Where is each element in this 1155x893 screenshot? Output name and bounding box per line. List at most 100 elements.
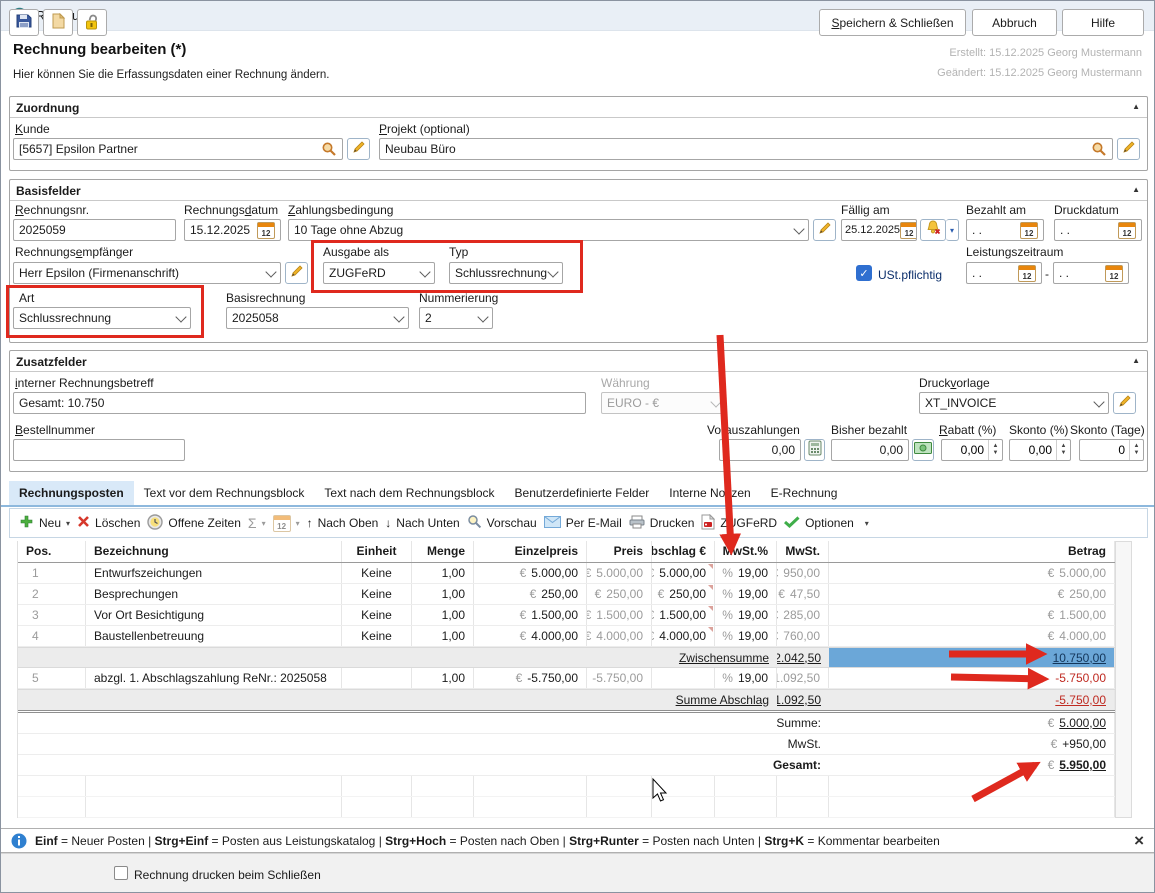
bisher-bezahlt-label: Bisher bezahlt	[831, 423, 907, 437]
zugferd-button[interactable]: ZUGFeRD	[701, 514, 777, 533]
collapse-icon[interactable]: ▲	[1132, 102, 1140, 111]
envelope-icon	[544, 516, 561, 531]
collapse-icon[interactable]: ▲	[1132, 356, 1140, 365]
calendar-icon[interactable]: 12	[1118, 222, 1136, 239]
empfaenger-select[interactable]: Herr Epsilon (Firmenanschrift)	[13, 262, 281, 284]
col-header-preis[interactable]: Preis	[587, 541, 652, 562]
rechnungsnr-input[interactable]: 2025059	[13, 219, 176, 241]
col-header-bezeichnung[interactable]: Bezeichnung	[86, 541, 342, 562]
calendar-icon[interactable]: 12	[257, 222, 275, 239]
projekt-edit-button[interactable]	[1117, 138, 1140, 160]
loeschen-button[interactable]: Löschen	[77, 515, 140, 531]
optionen-button[interactable]: Optionen ▾	[784, 516, 869, 531]
tab-rechnungsposten[interactable]: Rechnungsposten	[9, 481, 134, 505]
reminder-bell-button[interactable]	[920, 219, 946, 241]
bezahlt-input[interactable]: . . 12	[966, 219, 1044, 241]
skonto-tage-label: Skonto (Tage)	[1070, 423, 1145, 437]
druckvorlage-edit-button[interactable]	[1113, 392, 1136, 414]
vorauszahlungen-calc-button[interactable]	[804, 439, 825, 461]
bisher-bezahlt-input[interactable]: 0,00	[831, 439, 909, 461]
skonto-pct-stepper[interactable]: 0,00▲▼	[1009, 439, 1071, 461]
caret-down-icon[interactable]: ▾	[262, 519, 266, 528]
col-header-menge[interactable]: Menge	[412, 541, 474, 562]
reminder-caret-button[interactable]: ▾	[946, 219, 959, 241]
tab-text-vor-rechnungsblock[interactable]: Text vor dem Rechnungsblock	[134, 481, 315, 505]
vorauszahlungen-input[interactable]: 0,00	[719, 439, 801, 461]
page-subtitle: Hier können Sie die Erfassungsdaten eine…	[13, 69, 329, 81]
tab-interne-notizen[interactable]: Interne Notizen	[659, 481, 760, 505]
cancel-button[interactable]: Abbruch	[972, 9, 1057, 36]
leistungszeitraum-bis-input[interactable]: . . 12	[1053, 262, 1129, 284]
ust-checkbox[interactable]: ✓	[856, 265, 872, 281]
caret-down-icon[interactable]: ▾	[865, 519, 869, 528]
spinner-arrows-icon[interactable]: ▲▼	[1129, 440, 1143, 460]
nach-unten-button[interactable]: ↓ Nach Unten	[385, 516, 459, 530]
col-header-mwst-pct[interactable]: MwSt.%	[715, 541, 777, 562]
pencil-icon	[1118, 394, 1132, 413]
lock-button[interactable]	[77, 9, 107, 36]
table-row[interactable]: 4 Baustellenbetreuung Keine 1,00 €4.000,…	[18, 626, 1115, 647]
infobar-close-icon[interactable]: ×	[1134, 832, 1144, 849]
copy-document-button[interactable]	[43, 9, 73, 36]
table-scrollbar[interactable]	[1115, 541, 1132, 818]
print-on-close-checkbox[interactable]	[114, 866, 128, 880]
faellig-input[interactable]: 25.12.2025 12	[841, 219, 917, 241]
col-header-einzelpreis[interactable]: Einzelpreis	[474, 541, 587, 562]
search-icon[interactable]	[1091, 141, 1107, 157]
druckdatum-input[interactable]: . . 12	[1054, 219, 1142, 241]
rabatt-stepper[interactable]: 0,00▲▼	[941, 439, 1003, 461]
skonto-tage-stepper[interactable]: 0▲▼	[1079, 439, 1144, 461]
tab-text-nach-rechnungsblock[interactable]: Text nach dem Rechnungsblock	[314, 481, 504, 505]
calendar-icon[interactable]: 12	[1105, 265, 1123, 282]
table-row[interactable]: 5 abzgl. 1. Abschlagszahlung ReNr.: 2025…	[18, 668, 1115, 689]
date-button[interactable]: 12 ▾	[273, 515, 300, 532]
search-icon[interactable]	[321, 141, 337, 157]
table-row[interactable]: 2 Besprechungen Keine 1,00 €250,00 €250,…	[18, 584, 1115, 605]
neu-button[interactable]: Neu▾	[19, 514, 70, 532]
rechnungsdatum-input[interactable]: 15.12.2025 12	[184, 219, 281, 241]
tab-e-rechnung[interactable]: E-Rechnung	[761, 481, 848, 505]
drucken-button[interactable]: Drucken	[629, 515, 695, 532]
spinner-arrows-icon[interactable]: ▲▼	[988, 440, 1002, 460]
col-header-abschlag[interactable]: Abschlag €	[652, 541, 715, 562]
caret-down-icon[interactable]: ▾	[66, 519, 70, 528]
chevron-down-icon	[710, 396, 721, 407]
empty-row	[18, 797, 1115, 818]
bisher-bezahlt-payment-button[interactable]	[912, 439, 934, 461]
spinner-arrows-icon[interactable]: ▲▼	[1056, 440, 1070, 460]
table-row[interactable]: 3 Vor Ort Besichtigung Keine 1,00 €1.500…	[18, 605, 1115, 626]
help-button[interactable]: Hilfe	[1062, 9, 1144, 36]
col-header-pos[interactable]: Pos.	[18, 541, 86, 562]
tab-benutzerdefinierte-felder[interactable]: Benutzerdefinierte Felder	[505, 481, 660, 505]
leistungszeitraum-von-input[interactable]: . . 12	[966, 262, 1042, 284]
kunde-input[interactable]: [5657] Epsilon Partner	[13, 138, 343, 160]
collapse-icon[interactable]: ▲	[1132, 185, 1140, 194]
save-and-close-button[interactable]: Speichern & Schließen	[819, 9, 966, 36]
col-header-mwst[interactable]: MwSt.	[777, 541, 829, 562]
note-marker-icon	[708, 585, 713, 590]
clock-icon	[147, 514, 163, 533]
calendar-icon[interactable]: 12	[1020, 222, 1038, 239]
offene-zeiten-button[interactable]: Offene Zeiten	[147, 514, 241, 533]
betreff-input[interactable]: Gesamt: 10.750	[13, 392, 586, 414]
caret-down-icon[interactable]: ▾	[296, 519, 300, 528]
nach-oben-button[interactable]: ↑ Nach Oben	[307, 516, 379, 530]
nummerierung-select[interactable]: 2	[419, 307, 493, 329]
zahlungsbedingung-edit-button[interactable]	[813, 219, 836, 241]
table-row[interactable]: 1 Entwurfszeichungen Keine 1,00 €5.000,0…	[18, 563, 1115, 584]
zahlungsbedingung-select[interactable]: 10 Tage ohne Abzug	[288, 219, 809, 241]
col-header-einheit[interactable]: Einheit	[342, 541, 412, 562]
druckvorlage-select[interactable]: XT_INVOICE	[919, 392, 1109, 414]
calendar-icon[interactable]: 12	[900, 222, 917, 239]
col-header-betrag[interactable]: Betrag	[829, 541, 1115, 562]
per-email-button[interactable]: Per E-Mail	[544, 516, 622, 531]
bestellnummer-input[interactable]	[13, 439, 185, 461]
save-button[interactable]	[9, 9, 39, 36]
sum-button[interactable]: Σ ▾	[248, 515, 266, 531]
empfaenger-edit-button[interactable]	[285, 262, 308, 284]
kunde-edit-button[interactable]	[347, 138, 370, 160]
basisrechnung-select[interactable]: 2025058	[226, 307, 409, 329]
calendar-icon[interactable]: 12	[1018, 265, 1036, 282]
vorschau-button[interactable]: Vorschau	[467, 514, 537, 532]
projekt-input[interactable]: Neubau Büro	[379, 138, 1113, 160]
